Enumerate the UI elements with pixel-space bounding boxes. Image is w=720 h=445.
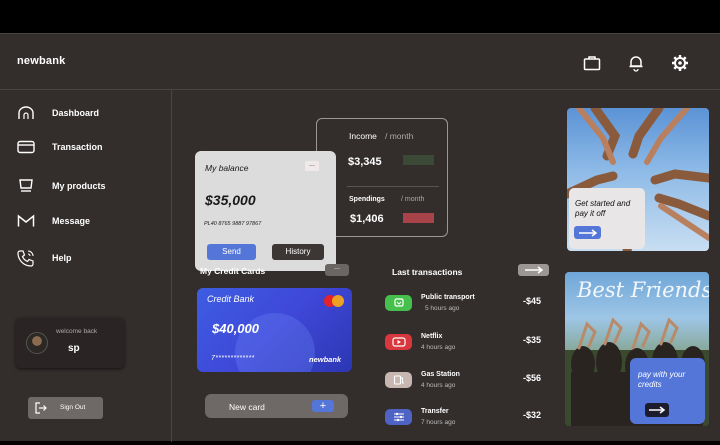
welcome-card: welcome back sp — [16, 318, 124, 368]
transaction-amount: -$35 — [523, 335, 542, 345]
transaction-row[interactable]: Transfer 7 hours ago -$32 — [384, 407, 554, 431]
history-button[interactable]: History — [272, 244, 324, 260]
sign-out-button[interactable]: Sign Out — [28, 397, 103, 419]
bell-icon[interactable] — [626, 53, 646, 73]
card-bank-name: Credit Bank — [207, 294, 255, 304]
sidebar-item-label: My products — [52, 181, 106, 191]
avatar[interactable] — [26, 332, 48, 354]
sidebar-item-label: Dashboard — [52, 108, 100, 118]
balance-title: My balance — [205, 163, 249, 173]
cart-icon — [16, 176, 36, 196]
arrow-right-icon — [578, 228, 597, 237]
transaction-name: Transfer — [421, 408, 449, 415]
card-icon — [16, 137, 36, 157]
card-amount: $40,000 — [212, 321, 259, 336]
spendings-period: / month — [401, 196, 425, 203]
transaction-time: 7 hours ago — [421, 419, 456, 426]
sidebar-item-help[interactable]: Help — [16, 248, 72, 268]
transactions-more-button[interactable] — [518, 264, 549, 276]
balance-card: My balance ... $35,000 PL40 8765 9887 97… — [195, 151, 336, 271]
transaction-name: Netflix — [421, 333, 443, 340]
credit-cards-menu-button[interactable]: ... — [325, 264, 349, 276]
divider — [347, 186, 439, 187]
sidebar-item-my-products[interactable]: My products — [16, 176, 106, 196]
get-started-card: Get started and pay it off — [569, 188, 645, 249]
logout-icon — [34, 401, 48, 420]
income-bar — [403, 155, 434, 165]
best-friends-heading: Best Friends — [577, 278, 709, 302]
new-card-label: New card — [229, 402, 265, 412]
sidebar-item-label: Help — [52, 253, 72, 263]
spendings-bar — [403, 213, 434, 223]
transaction-time: 4 hours ago — [421, 382, 456, 389]
sidebar-item-label: Transaction — [52, 142, 103, 152]
sign-out-label: Sign Out — [60, 404, 86, 411]
credit-card[interactable]: Credit Bank $40,000 7************* newba… — [197, 288, 352, 372]
transaction-amount: -$32 — [523, 410, 542, 420]
get-started-button[interactable] — [574, 226, 601, 239]
app-window: newbank Dashboard Transaction My product… — [0, 33, 720, 442]
fuel-icon — [385, 372, 412, 388]
send-button[interactable]: Send — [207, 244, 256, 260]
transport-icon — [385, 295, 412, 311]
balance-amount: $35,000 — [205, 192, 256, 208]
spendings-label: Spendings — [349, 196, 385, 203]
transaction-row[interactable]: Gas Station 4 hours ago -$56 — [384, 370, 554, 394]
welcome-greeting: welcome back — [56, 328, 98, 335]
balance-menu-button[interactable]: ... — [305, 161, 319, 171]
home-icon — [16, 103, 36, 123]
card-number: 7************* — [211, 355, 255, 362]
mastercard-icon — [324, 295, 344, 307]
arrow-right-icon — [649, 406, 666, 414]
sidebar-item-label: Message — [52, 216, 91, 226]
sidebar-item-transaction[interactable]: Transaction — [16, 137, 103, 157]
top-bar: newbank — [0, 34, 720, 90]
credit-cards-title: My Credit Cards — [200, 266, 266, 276]
play-icon — [385, 334, 412, 350]
arrow-right-icon — [524, 266, 543, 274]
pay-with-credits-button[interactable] — [645, 403, 669, 417]
pay-with-credits-card: pay with your credits — [630, 358, 705, 424]
header-icons — [582, 53, 690, 73]
transaction-amount: -$56 — [523, 373, 542, 383]
app-logo[interactable]: newbank — [17, 55, 65, 67]
sliders-icon — [385, 409, 412, 425]
plus-icon: + — [312, 400, 334, 412]
username: sp — [68, 343, 80, 354]
sidebar: Dashboard Transaction My products Messag… — [0, 90, 172, 442]
promo-text: pay with your credits — [638, 370, 686, 389]
promo-card-get-started: Get started and pay it off — [567, 108, 709, 251]
promo-card-best-friends: Best Friends pay with your credits — [565, 272, 709, 426]
account-number: PL40 8765 9887 97867 — [204, 221, 262, 227]
income-label: Income — [349, 131, 377, 141]
transaction-name: Public transport — [421, 294, 475, 301]
spendings-value: $1,406 — [350, 213, 384, 225]
income-period: / month — [385, 131, 414, 141]
transaction-row[interactable]: Public transport 5 hours ago -$45 — [384, 293, 554, 317]
new-card-button[interactable]: New card + — [205, 394, 348, 418]
transaction-time: 5 hours ago — [425, 305, 460, 312]
mail-icon — [16, 211, 36, 231]
transactions-title: Last transactions — [392, 267, 463, 277]
transaction-row[interactable]: Netflix 4 hours ago -$35 — [384, 332, 554, 356]
promo-text: Get started and pay it off — [575, 199, 631, 218]
transaction-amount: -$45 — [523, 296, 542, 306]
gear-icon[interactable] — [670, 53, 690, 73]
phone-icon — [16, 248, 36, 268]
transaction-name: Gas Station — [421, 371, 460, 378]
sidebar-item-dashboard[interactable]: Dashboard — [16, 103, 99, 123]
sidebar-item-message[interactable]: Message — [16, 211, 90, 231]
transaction-time: 4 hours ago — [421, 344, 456, 351]
income-value: $3,345 — [348, 156, 382, 168]
card-brand: newbank — [309, 355, 342, 364]
briefcase-icon[interactable] — [582, 53, 602, 73]
